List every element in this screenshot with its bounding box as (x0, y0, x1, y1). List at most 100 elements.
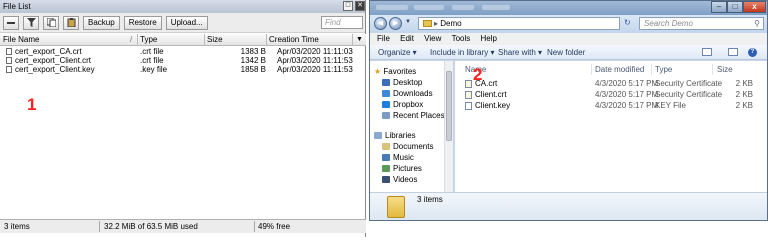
item-name: Client.crt (475, 90, 507, 99)
organize-button[interactable]: Organize ▾ (378, 45, 417, 60)
nav-favorites[interactable]: ★ Favorites (374, 67, 416, 77)
back-arrow-icon: ◀ (377, 20, 384, 27)
nav-favorites-label: Favorites (383, 67, 417, 76)
table-row[interactable]: cert_export_Client.key .key file 1858 B … (0, 65, 366, 74)
nav-recent-places[interactable]: Recent Places (382, 111, 445, 121)
restore-button[interactable]: Restore (123, 15, 162, 30)
nav-downloads[interactable]: Downloads (382, 89, 433, 99)
file-time: Apr/03/2020 11:11:03 (277, 47, 353, 56)
window-title: File List (3, 2, 31, 11)
close-button[interactable]: ✕ (355, 1, 365, 11)
close-button[interactable]: x (743, 1, 766, 13)
annotation-label: 2 (473, 65, 483, 84)
item-date: 4/3/2020 5:17 PM (595, 90, 659, 99)
maximize-button[interactable]: □ (727, 1, 743, 13)
libraries-icon (374, 132, 382, 139)
column-type[interactable]: Type (140, 35, 157, 44)
nav-dropbox[interactable]: Dropbox (382, 100, 423, 110)
columns-dropdown-button[interactable]: ▼ (352, 34, 366, 46)
certificate-icon (465, 91, 472, 99)
copy-icon (46, 18, 56, 27)
column-type[interactable]: Type (655, 65, 672, 74)
nav-label: Recent Places (393, 111, 445, 120)
menu-edit[interactable]: Edit (400, 34, 414, 43)
list-item[interactable]: Client.crt 4/3/2020 5:17 PM Security Cer… (455, 90, 767, 100)
list-item[interactable]: Client.key 4/3/2020 5:17 PM KEY File 2 K… (455, 101, 767, 111)
nav-label: Dropbox (393, 100, 424, 109)
dropbox-icon (382, 101, 390, 108)
nav-label: Desktop (393, 78, 423, 87)
nav-libraries-label: Libraries (385, 131, 416, 140)
file-size: 1858 B (240, 65, 266, 74)
menu-file[interactable]: File (377, 34, 390, 43)
nav-libraries[interactable]: Libraries (374, 131, 416, 141)
help-icon[interactable]: ? (748, 48, 757, 57)
find-input[interactable]: Find (321, 16, 363, 29)
menu-view[interactable]: View (424, 34, 441, 43)
nav-documents[interactable]: Documents (382, 142, 433, 152)
share-with-button[interactable]: Share with ▾ (498, 45, 542, 60)
nav-label: Pictures (393, 164, 422, 173)
nav-label: Downloads (393, 89, 433, 98)
menu-tools[interactable]: Tools (452, 34, 471, 43)
menu-bar: File Edit View Tools Help (370, 33, 767, 45)
column-size[interactable]: Size (717, 65, 733, 74)
list-item[interactable]: CA.crt 4/3/2020 5:17 PM Security Certifi… (455, 79, 767, 89)
change-view-icon[interactable] (702, 48, 712, 56)
upload-button[interactable]: Upload... (165, 15, 208, 30)
nav-label: Videos (393, 175, 418, 184)
details-item-count: 3 items (417, 195, 443, 204)
address-input[interactable]: ▸ Demo (418, 17, 620, 30)
column-size[interactable]: Size (207, 35, 223, 44)
file-name: cert_export_Client.crt (15, 56, 92, 65)
maximize-button[interactable]: □ (343, 1, 353, 11)
filter-button[interactable] (23, 15, 39, 30)
file-time: Apr/03/2020 11:11:53 (277, 65, 353, 74)
back-button[interactable]: ◀ (374, 17, 387, 30)
file-list-window: File List □ ✕ Backup Restore Upload... F… (0, 0, 366, 237)
nav-music[interactable]: Music (382, 153, 414, 163)
file-size: 1383 B (240, 47, 266, 56)
forward-button[interactable]: ▶ (389, 17, 402, 30)
include-in-library-button[interactable]: Include in library ▾ (430, 45, 495, 60)
annotation-label: 1 (27, 95, 37, 114)
menu-help[interactable]: Help (481, 34, 497, 43)
recent-pages-icon[interactable]: ▼ (405, 19, 411, 25)
column-date-modified[interactable]: Date modified (595, 65, 644, 74)
nav-scroll-thumb[interactable] (446, 71, 452, 141)
nav-pictures[interactable]: Pictures (382, 164, 422, 174)
backup-button[interactable]: Backup (83, 15, 120, 30)
item-type: Security Certificate (655, 90, 723, 99)
new-folder-button[interactable]: New folder (547, 45, 585, 60)
status-disk-usage: 32.2 MiB of 63.5 MiB used (104, 222, 198, 231)
file-time: Apr/03/2020 11:11:53 (277, 56, 353, 65)
minus-icon (7, 21, 15, 24)
preview-pane-icon[interactable] (728, 48, 738, 56)
nav-label: Music (393, 153, 414, 162)
paste-button[interactable] (63, 15, 79, 30)
address-bar-row: ◀ ▶ ▼ ▸ Demo ↻ Search Demo ⚲ (370, 15, 767, 33)
documents-icon (382, 143, 390, 150)
table-row[interactable]: cert_export_Client.crt .crt file 1342 B … (0, 56, 366, 65)
nav-scrollbar[interactable] (444, 61, 453, 192)
refresh-icon[interactable]: ↻ (624, 18, 631, 27)
nav-videos[interactable]: Videos (382, 175, 417, 185)
nav-desktop[interactable]: Desktop (382, 78, 422, 88)
folder-icon (423, 20, 432, 27)
command-bar: Organize ▾ Include in library ▾ Share wi… (370, 45, 767, 60)
item-size: 2 KB (735, 79, 753, 88)
column-creation-time[interactable]: Creation Time (269, 35, 319, 44)
minus-button[interactable] (3, 15, 19, 30)
forward-arrow-icon: ▶ (392, 20, 399, 27)
status-free-space: 49% free (258, 222, 291, 231)
minimize-button[interactable]: – (711, 1, 727, 13)
status-item-count: 3 items (4, 222, 30, 231)
explorer-window: – □ x ◀ ▶ ▼ ▸ Demo ↻ Search Demo ⚲ File … (369, 0, 768, 221)
column-file-name[interactable]: File Name (3, 35, 39, 44)
search-input[interactable]: Search Demo ⚲ (639, 17, 764, 30)
file-icon (6, 48, 12, 55)
table-row[interactable]: cert_export_CA.crt .crt file 1383 B Apr/… (0, 47, 366, 56)
copy-button[interactable] (43, 15, 59, 30)
paste-icon (67, 18, 75, 27)
videos-icon (382, 176, 390, 183)
